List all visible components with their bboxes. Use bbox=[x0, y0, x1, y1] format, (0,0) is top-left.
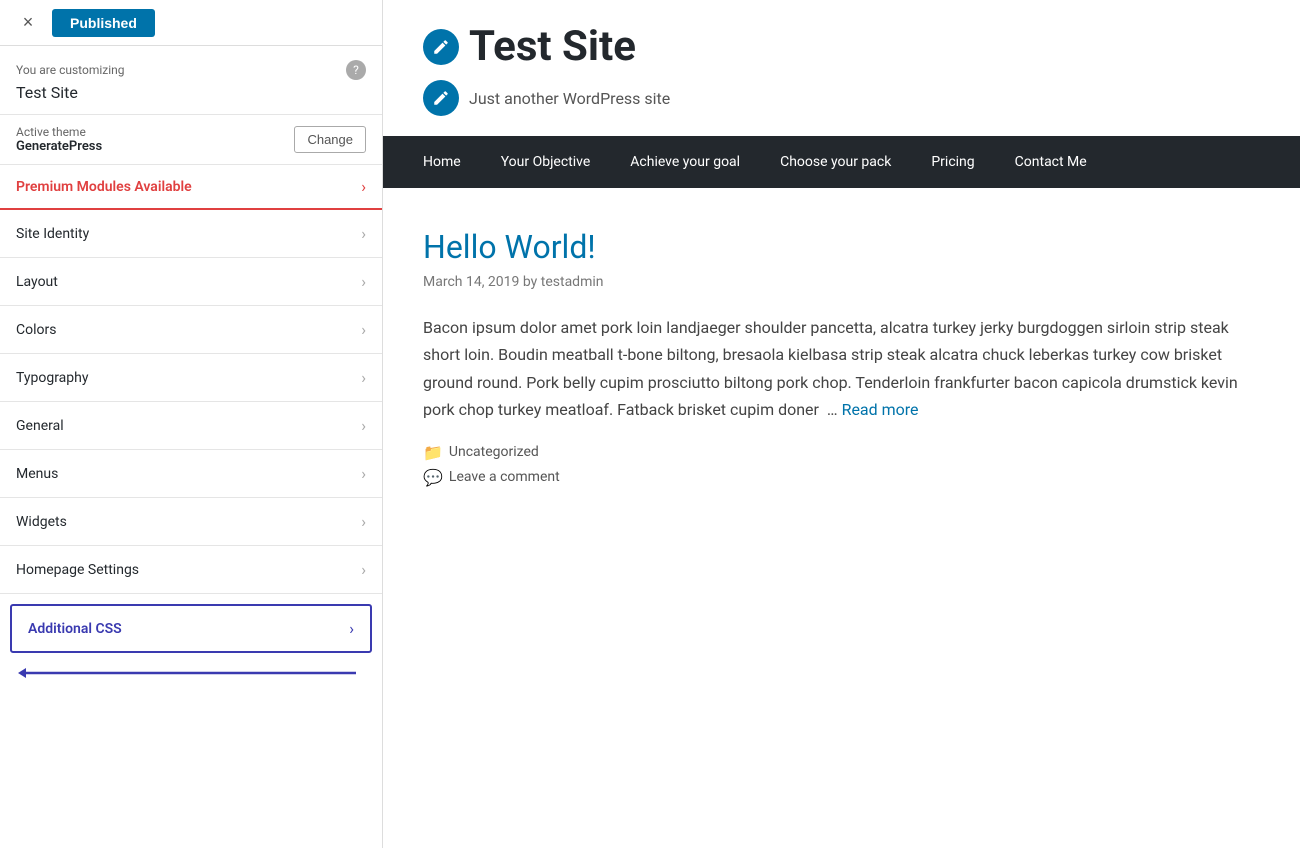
post-category[interactable]: Uncategorized bbox=[449, 444, 539, 460]
site-header: Test Site Just another WordPress site bbox=[383, 0, 1300, 136]
edit-site-title-icon[interactable] bbox=[423, 29, 459, 65]
pencil-icon bbox=[432, 38, 450, 56]
nav-bar: Home Your Objective Achieve your goal Ch… bbox=[383, 136, 1300, 188]
help-icon[interactable]: ? bbox=[346, 60, 366, 80]
customizer-panel: × Published You are customizing ? Test S… bbox=[0, 0, 383, 848]
nav-item-pricing[interactable]: Pricing bbox=[911, 136, 994, 188]
additional-css-label: Additional CSS bbox=[28, 621, 122, 637]
chevron-icon: › bbox=[361, 224, 366, 243]
active-theme-label: Active theme bbox=[16, 125, 102, 139]
site-preview: Test Site Just another WordPress site Ho… bbox=[383, 0, 1300, 848]
site-tagline: Just another WordPress site bbox=[469, 89, 670, 108]
premium-chevron-icon: › bbox=[361, 177, 366, 196]
edit-tagline-icon[interactable] bbox=[423, 80, 459, 116]
chevron-icon: › bbox=[361, 464, 366, 483]
change-theme-button[interactable]: Change bbox=[294, 126, 366, 153]
read-more-link[interactable]: Read more bbox=[842, 400, 919, 419]
customizing-label-text: You are customizing bbox=[16, 63, 125, 77]
close-button[interactable]: × bbox=[12, 7, 44, 39]
customizing-header: You are customizing ? Test Site bbox=[0, 46, 382, 115]
menu-item-general[interactable]: General › bbox=[0, 402, 382, 450]
menu-item-homepage-settings[interactable]: Homepage Settings › bbox=[0, 546, 382, 594]
site-title: Test Site bbox=[469, 24, 636, 70]
nav-item-choose-your-pack[interactable]: Choose your pack bbox=[760, 136, 911, 188]
post-meta: March 14, 2019 by testadmin bbox=[423, 274, 1260, 290]
customizing-site-name: Test Site bbox=[16, 83, 366, 102]
menu-item-colors[interactable]: Colors › bbox=[0, 306, 382, 354]
chevron-icon: › bbox=[361, 416, 366, 435]
nav-item-home[interactable]: Home bbox=[403, 136, 481, 188]
theme-name: GeneratePress bbox=[16, 139, 102, 154]
menu-item-site-identity[interactable]: Site Identity › bbox=[0, 210, 382, 258]
premium-banner-text: Premium Modules Available bbox=[16, 179, 192, 195]
comment-icon: 💬 bbox=[423, 468, 443, 487]
menu-item-layout[interactable]: Layout › bbox=[0, 258, 382, 306]
premium-modules-banner[interactable]: Premium Modules Available › bbox=[0, 165, 382, 210]
nav-item-your-objective[interactable]: Your Objective bbox=[481, 136, 611, 188]
pencil-icon-2 bbox=[432, 89, 450, 107]
post-footer: 📁 Uncategorized 💬 Leave a comment bbox=[423, 443, 1260, 487]
chevron-icon: › bbox=[361, 512, 366, 531]
arrow-annotation bbox=[0, 653, 382, 697]
published-button[interactable]: Published bbox=[52, 9, 155, 37]
chevron-icon: › bbox=[361, 560, 366, 579]
customizer-menu-list: Site Identity › Layout › Colors › Typogr… bbox=[0, 210, 382, 848]
additional-css-chevron-icon: › bbox=[349, 619, 354, 638]
post-comment-link[interactable]: Leave a comment bbox=[449, 469, 560, 485]
main-content: Hello World! March 14, 2019 by testadmin… bbox=[383, 188, 1300, 848]
menu-item-menus[interactable]: Menus › bbox=[0, 450, 382, 498]
nav-item-achieve-your-goal[interactable]: Achieve your goal bbox=[610, 136, 760, 188]
annotation-arrow bbox=[16, 657, 356, 693]
chevron-icon: › bbox=[361, 272, 366, 291]
top-bar: × Published bbox=[0, 0, 382, 46]
active-theme-row: Active theme GeneratePress Change bbox=[0, 115, 382, 165]
post-body: Bacon ipsum dolor amet pork loin landjae… bbox=[423, 314, 1260, 423]
post-title[interactable]: Hello World! bbox=[423, 228, 1260, 266]
nav-item-contact-me[interactable]: Contact Me bbox=[995, 136, 1107, 188]
chevron-icon: › bbox=[361, 368, 366, 387]
category-icon: 📁 bbox=[423, 443, 443, 462]
menu-item-widgets[interactable]: Widgets › bbox=[0, 498, 382, 546]
menu-item-typography[interactable]: Typography › bbox=[0, 354, 382, 402]
menu-item-additional-css[interactable]: Additional CSS › bbox=[10, 604, 372, 653]
chevron-icon: › bbox=[361, 320, 366, 339]
